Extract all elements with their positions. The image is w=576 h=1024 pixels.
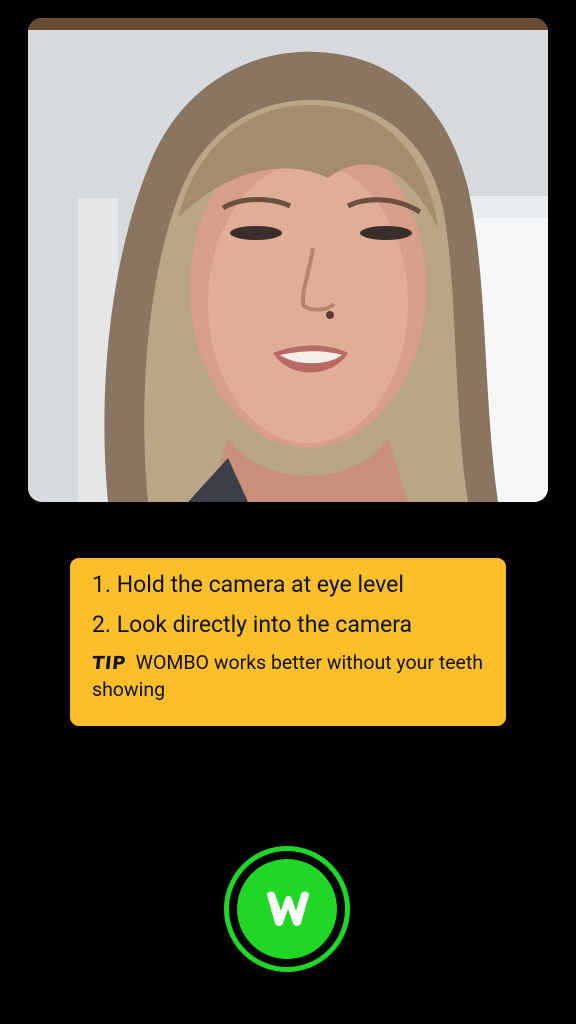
camera-feed-image <box>28 18 548 502</box>
tip-row: TIP WOMBO works better without your teeth… <box>90 650 484 703</box>
camera-preview <box>28 18 548 502</box>
instruction-step-1: 1. Hold the camera at eye level <box>92 571 404 598</box>
capture-button-fill[interactable] <box>237 859 337 959</box>
instruction-step-2: 2. Look directly into the camera <box>92 611 413 638</box>
wombo-w-logo-icon <box>267 891 309 926</box>
capture-button[interactable] <box>224 846 350 972</box>
instructions-card: 1. Hold the camera at eye level 2. Look … <box>70 558 506 726</box>
tip-text: WOMBO works better without your teeth sh… <box>92 651 483 701</box>
tip-label: TIP <box>90 653 127 674</box>
